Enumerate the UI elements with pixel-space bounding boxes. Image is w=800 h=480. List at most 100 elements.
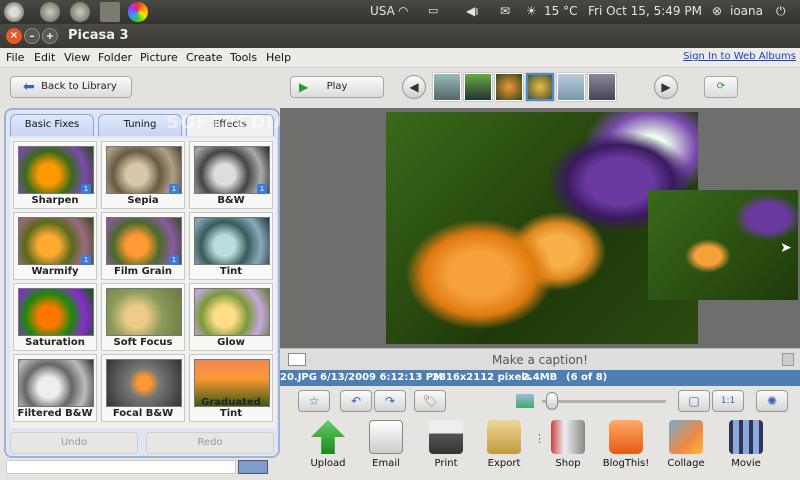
trash-icon[interactable] [782,353,794,366]
temperature[interactable]: 15 °C [544,4,577,18]
filmstrip-thumb[interactable] [464,73,492,101]
menu-folder[interactable]: Folder [98,51,132,64]
print-label: Print [434,458,458,469]
window-titlebar: × – + Picasa 3 [0,24,800,48]
app-launcher-icon[interactable] [70,2,90,22]
effect-saturation[interactable]: Saturation [13,283,97,351]
email-button[interactable]: Email [356,420,416,469]
minimize-icon[interactable]: – [24,28,40,44]
filmstrip-thumb[interactable] [495,73,523,101]
effect-tint[interactable]: Tint [189,212,273,280]
actual-size-button[interactable]: 1:1 [712,390,744,412]
sign-in-link[interactable]: Sign In to Web Albums [683,51,796,62]
movie-icon [729,420,763,454]
star-button[interactable]: ☆ [298,390,330,412]
picasa-web-sync-button[interactable]: ⟳ [704,76,738,98]
zoom-inset-photo[interactable] [648,190,798,300]
blogthis-button[interactable]: BlogThis! [596,420,656,469]
movie-button[interactable]: Movie [716,420,776,469]
user-name[interactable]: ioana [730,4,763,18]
zoom-slider[interactable] [542,400,666,403]
previous-photo-button[interactable]: ◀ [402,75,426,99]
wifi-icon[interactable]: ◠ [398,4,408,18]
tag-button[interactable]: 🏷 [414,390,446,412]
rotate-right-button[interactable]: ↷ [374,390,406,412]
menu-help[interactable]: Help [266,51,291,64]
export-button[interactable]: Export [474,420,534,469]
user-status-icon[interactable]: ⊗ [712,4,722,18]
shop-button[interactable]: Shop [538,420,598,469]
file-name: 20.JPG [280,372,317,383]
menu-view[interactable]: View [64,51,90,64]
menu-picture[interactable]: Picture [140,51,178,64]
effect-film-grain[interactable]: 1 Film Grain [101,212,185,280]
mail-icon[interactable]: ✉ [500,4,510,18]
app-launcher-icon[interactable] [40,2,60,22]
clock[interactable]: Fri Oct 15, 5:49 PM [588,4,702,18]
menu-bar: File Edit View Folder Picture Create Too… [0,48,800,68]
redo-button[interactable]: Redo [146,432,274,454]
upload-icon [311,420,345,454]
effect-bw[interactable]: 1 B&W [189,141,273,209]
next-photo-button[interactable]: ▶ [654,75,678,99]
watermark: SOFTPEDIA [166,112,289,133]
effect-focal-bw[interactable]: Focal B&W [101,354,185,422]
upload-button[interactable]: Upload [298,420,358,469]
menu-file[interactable]: File [6,51,24,64]
picasa-launcher-icon[interactable] [128,2,148,22]
export-icon [487,420,521,454]
effect-label: Glow [217,337,245,348]
filmstrip-thumb[interactable] [557,73,585,101]
effect-label: B&W [217,195,245,206]
blogger-icon [609,420,643,454]
print-button[interactable]: Print [416,420,476,469]
back-arrow-icon: ⬅ [23,79,35,95]
share-button[interactable]: ✺ [756,390,788,412]
effect-sepia[interactable]: 1 Sepia [101,141,185,209]
effect-glow[interactable]: Glow [189,283,273,351]
effect-sharpen[interactable]: 1 Sharpen [13,141,97,209]
photo-info-bar: 20.JPG 6/13/2009 6:12:13 PM 2816x2112 pi… [280,370,800,386]
play-button[interactable]: ▶ Play [290,76,384,98]
effect-warmify[interactable]: 1 Warmify [13,212,97,280]
zoom-slider-handle[interactable] [546,392,558,410]
folder-launcher-icon[interactable] [100,2,120,22]
collage-button[interactable]: Collage [656,420,716,469]
caption-input[interactable]: Make a caption! [280,353,800,367]
effect-label: Film Grain [113,266,173,277]
edit-panel: Basic Fixes Tuning Effects SOFTPEDIA 1 S… [4,108,288,458]
maximize-icon[interactable]: + [42,28,58,44]
back-to-library-label: Back to Library [41,81,117,92]
footer-input-strip[interactable] [6,460,236,474]
weather-icon[interactable]: ☀ [526,4,537,18]
filmstrip-thumb-selected[interactable] [526,73,554,101]
battery-icon[interactable]: ▭ [428,4,438,17]
tab-basic-fixes[interactable]: Basic Fixes [10,114,94,136]
keyboard-layout[interactable]: USA [370,4,395,18]
menu-tools[interactable]: Tools [230,51,257,64]
power-icon[interactable]: ⏻ [776,4,786,19]
effect-graduated-tint[interactable]: Graduated Tint [189,354,273,422]
ubuntu-logo-icon[interactable] [4,2,24,22]
rotate-left-button[interactable]: ↶ [340,390,372,412]
footer-button[interactable] [238,460,268,474]
movie-label: Movie [731,458,761,469]
menu-edit[interactable]: Edit [34,51,55,64]
filmstrip-thumb[interactable] [433,73,461,101]
email-icon [369,420,403,454]
left-panel-footer [0,458,280,480]
effect-soft-focus[interactable]: Soft Focus [101,283,185,351]
effect-preview-image [106,288,182,336]
play-label: Play [326,81,348,92]
collage-label: Collage [667,458,705,469]
close-icon[interactable]: × [6,28,22,44]
effect-label: Sharpen [31,195,79,206]
effect-filtered-bw[interactable]: Filtered B&W [13,354,97,422]
undo-button[interactable]: Undo [10,432,138,454]
volume-icon[interactable]: ◀ı [466,4,479,18]
back-to-library-button[interactable]: ⬅ Back to Library [10,76,132,98]
count-badge: 1 [257,184,267,194]
fit-to-window-button[interactable]: ▢ [678,390,710,412]
filmstrip-thumb[interactable] [588,73,616,101]
menu-create[interactable]: Create [186,51,223,64]
